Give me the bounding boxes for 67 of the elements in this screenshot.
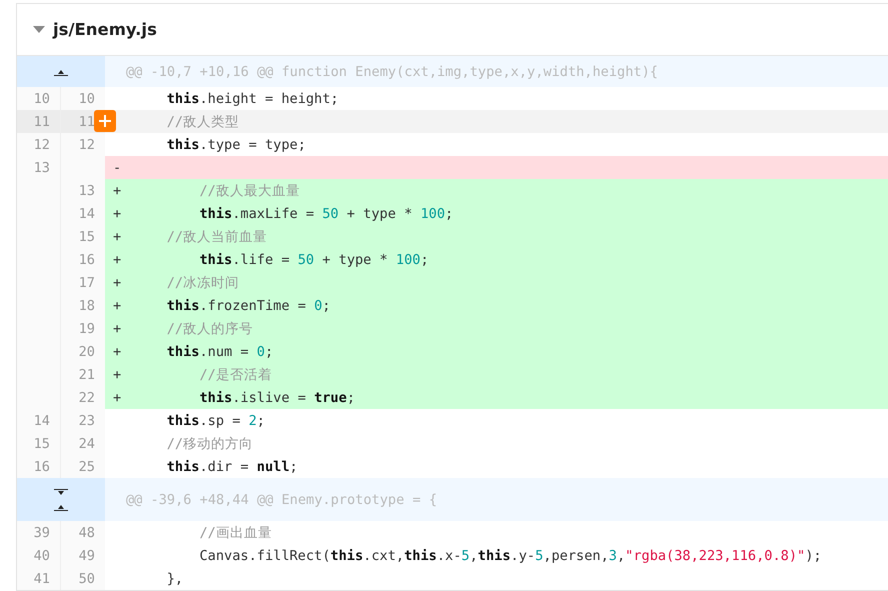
add-comment-button[interactable] — [94, 110, 116, 132]
code-line: //敌人当前血量 — [166, 228, 268, 246]
diff-marker: + — [113, 344, 122, 360]
line-number: 13 — [17, 156, 61, 179]
code-line: this.maxLife = 50 + type * 100; — [198, 206, 454, 222]
code-line: //敌人类型 — [166, 112, 240, 130]
code-line: this.type = type; — [166, 136, 306, 152]
diff-marker: + — [113, 182, 122, 198]
code-line: //冰冻时间 — [166, 274, 240, 292]
line-number: 19 — [61, 317, 105, 340]
code-line: //画出血量 — [198, 524, 272, 542]
line-number: 49 — [61, 544, 105, 567]
code-line: this.sp = 2; — [166, 412, 265, 428]
code-line: this.height = height; — [166, 90, 339, 106]
code-line: //移动的方向 — [166, 434, 254, 452]
code-line: this.num = 0; — [166, 344, 274, 360]
expand-down-icon[interactable] — [54, 488, 68, 496]
diff-marker: + — [113, 252, 122, 268]
line-number: 25 — [61, 455, 105, 478]
line-number: 10 — [61, 87, 105, 110]
code-line: }, — [166, 570, 184, 586]
plus-icon — [98, 114, 112, 128]
line-number: 21 — [61, 363, 105, 386]
code-line: this.life = 50 + type * 100; — [198, 252, 429, 268]
code-line: this.dir = null; — [166, 458, 298, 474]
diff-marker: + — [113, 366, 122, 382]
collapse-caret-icon[interactable] — [33, 26, 45, 34]
diff-marker: - — [113, 160, 122, 176]
line-number: 14 — [61, 202, 105, 225]
line-number: 23 — [61, 409, 105, 432]
line-number: 18 — [61, 294, 105, 317]
code-line: this.islive = true; — [198, 390, 355, 406]
diff-marker: + — [113, 390, 122, 406]
line-number: 22 — [61, 386, 105, 409]
code-line: //是否活着 — [198, 366, 272, 384]
code-line: this.frozenTime = 0; — [166, 298, 330, 314]
code-line: Canvas.fillRect(this.cxt,this.x-5,this.y-5,persen,3,"rgba(38,223,116,0.8)"); — [198, 548, 822, 564]
line-number: 16 — [61, 248, 105, 271]
line-number: 40 — [17, 544, 61, 567]
diff-marker: + — [113, 206, 122, 222]
diff-marker: + — [113, 298, 122, 314]
code-line: //敌人的序号 — [166, 320, 254, 338]
line-number: 41 — [17, 567, 61, 590]
hunk-header: @@ -39,6 +48,44 @@ Enemy.prototype = { — [125, 492, 438, 508]
expand-up-icon[interactable] — [54, 68, 68, 76]
line-number: 15 — [17, 432, 61, 455]
line-number: 15 — [61, 225, 105, 248]
hunk-header: @@ -10,7 +10,16 @@ function Enemy(cxt,img,type,x,y,width,height){ — [125, 64, 659, 80]
expand-up-icon[interactable] — [54, 502, 68, 510]
line-number: 39 — [17, 521, 61, 544]
line-number: 16 — [17, 455, 61, 478]
diff-marker: + — [113, 228, 122, 244]
line-number: 13 — [61, 179, 105, 202]
file-name: js/Enemy.js — [53, 20, 157, 39]
line-number: 14 — [17, 409, 61, 432]
line-number: 12 — [61, 133, 105, 156]
line-number: 17 — [61, 271, 105, 294]
diff-marker: + — [113, 274, 122, 290]
line-number: 48 — [61, 521, 105, 544]
line-number: 50 — [61, 567, 105, 590]
diff-marker: + — [113, 320, 122, 336]
line-number: 10 — [17, 87, 61, 110]
code-line: //敌人最大血量 — [198, 182, 300, 200]
line-number: 24 — [61, 432, 105, 455]
line-number: 11 — [17, 110, 61, 133]
line-number: 12 — [17, 133, 61, 156]
line-number: 20 — [61, 340, 105, 363]
